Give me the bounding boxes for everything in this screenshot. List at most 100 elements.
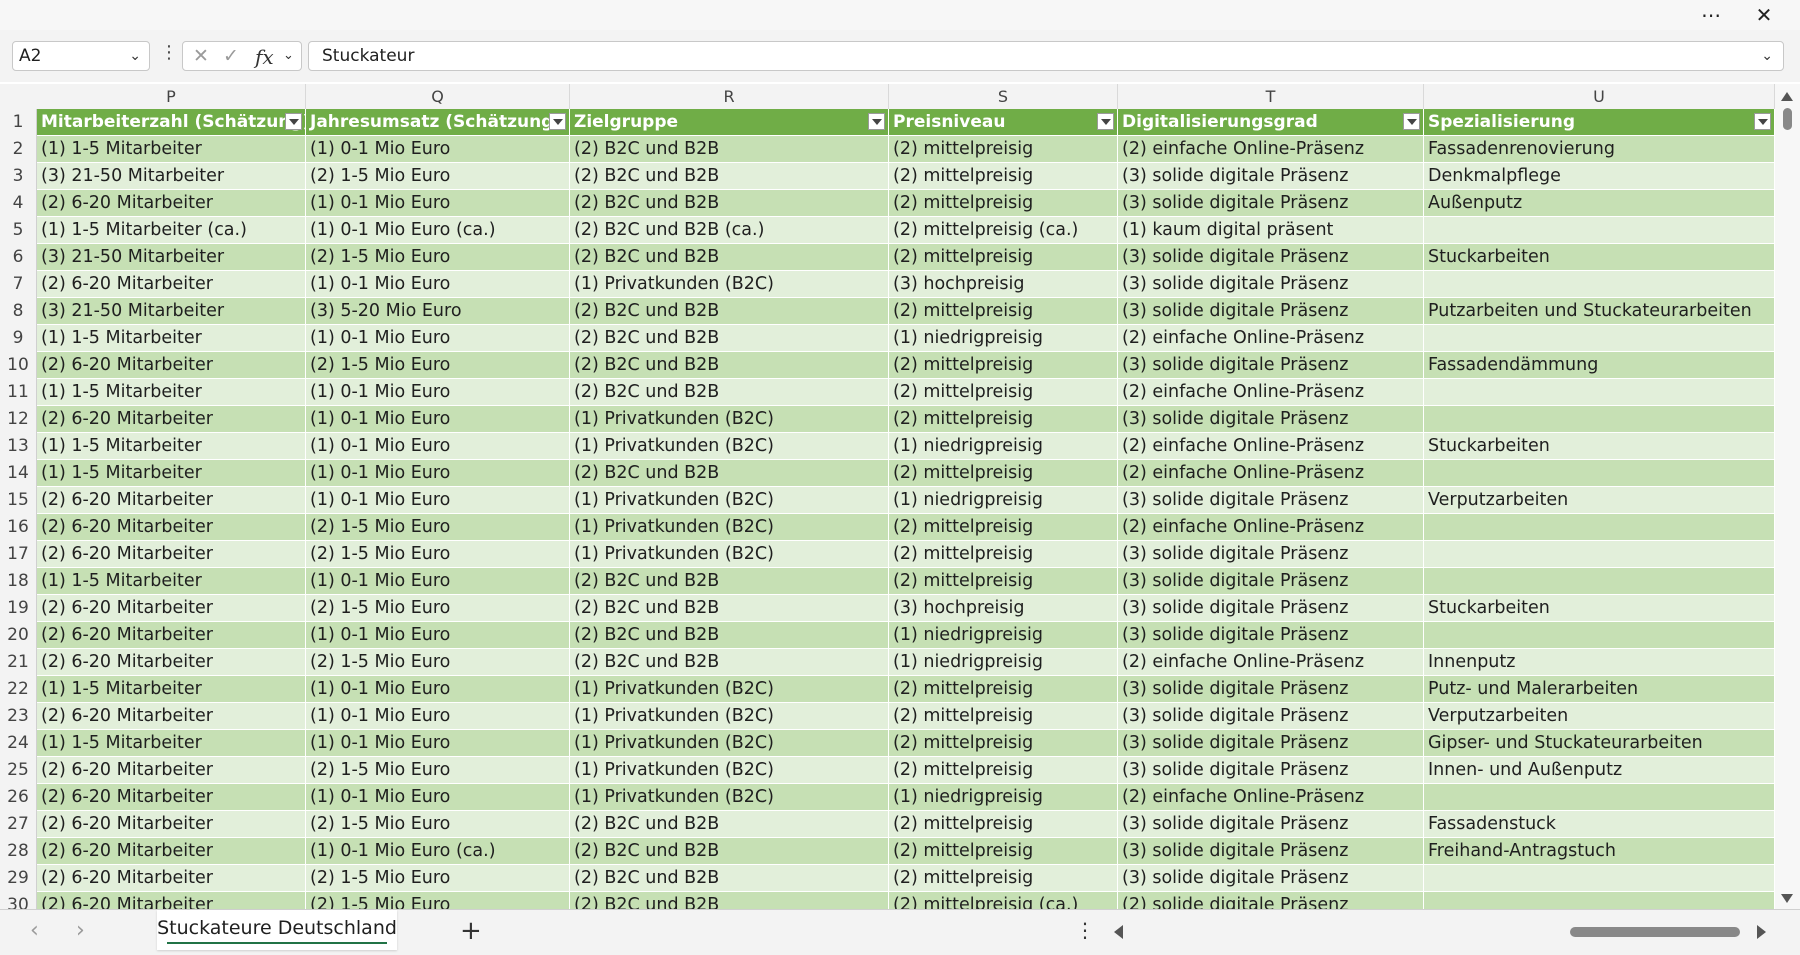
table-cell[interactable]: (1) 0-1 Mio Euro (ca.) [306,838,570,865]
table-cell[interactable]: (2) B2C und B2B [570,379,889,406]
table-cell[interactable]: (2) 6-20 Mitarbeiter [37,703,306,730]
check-icon[interactable]: ✓ [223,45,239,67]
row-number[interactable]: 26 [0,784,37,811]
column-header-u[interactable]: U [1424,84,1775,109]
table-header-cell[interactable]: Zielgruppe [570,109,889,136]
row-number[interactable]: 27 [0,811,37,838]
table-cell[interactable]: (1) 0-1 Mio Euro (ca.) [306,217,570,244]
row-number[interactable]: 18 [0,568,37,595]
table-cell[interactable] [1424,217,1775,244]
row-number[interactable]: 17 [0,541,37,568]
filter-dropdown-icon[interactable] [1097,113,1114,130]
row-number[interactable]: 5 [0,217,37,244]
table-cell[interactable]: (2) 1-5 Mio Euro [306,352,570,379]
table-cell[interactable]: (2) mittelpreisig [889,541,1118,568]
table-cell[interactable]: (2) mittelpreisig (ca.) [889,892,1118,909]
table-cell[interactable]: (2) B2C und B2B [570,163,889,190]
table-cell[interactable] [1424,622,1775,649]
add-sheet-icon[interactable]: + [460,916,482,946]
chevron-down-icon[interactable]: ⌄ [283,48,294,63]
row-number[interactable]: 1 [0,109,37,136]
column-header-r[interactable]: R [570,84,889,109]
table-cell[interactable]: (1) 0-1 Mio Euro [306,568,570,595]
table-cell[interactable]: (2) 1-5 Mio Euro [306,595,570,622]
expand-formula-icon[interactable]: ⌄ [1761,42,1773,70]
table-cell[interactable]: (1) Privatkunden (B2C) [570,541,889,568]
table-cell[interactable] [1424,271,1775,298]
table-cell[interactable]: Stuckarbeiten [1424,433,1775,460]
table-cell[interactable] [1424,784,1775,811]
table-cell[interactable]: (3) solide digitale Präsenz [1118,838,1424,865]
table-cell[interactable] [1424,406,1775,433]
table-cell[interactable]: (2) B2C und B2B [570,298,889,325]
table-cell[interactable]: (3) solide digitale Präsenz [1118,811,1424,838]
function-icon[interactable]: fx [255,45,274,69]
table-cell[interactable]: (2) B2C und B2B [570,325,889,352]
table-cell[interactable] [1424,892,1775,909]
row-number[interactable]: 8 [0,298,37,325]
table-cell[interactable]: (1) 0-1 Mio Euro [306,460,570,487]
table-cell[interactable]: (2) B2C und B2B [570,892,889,909]
row-number[interactable]: 12 [0,406,37,433]
row-number[interactable]: 29 [0,865,37,892]
row-number[interactable]: 14 [0,460,37,487]
table-cell[interactable]: (2) 1-5 Mio Euro [306,514,570,541]
table-cell[interactable]: (2) 6-20 Mitarbeiter [37,406,306,433]
table-cell[interactable]: (1) 0-1 Mio Euro [306,190,570,217]
row-number[interactable]: 22 [0,676,37,703]
table-header-cell[interactable]: Mitarbeiterzahl (Schätzung) [37,109,306,136]
vertical-ellipsis-icon[interactable]: ⋮ [1075,918,1095,942]
table-cell[interactable]: (2) mittelpreisig [889,163,1118,190]
table-cell[interactable]: (3) 5-20 Mio Euro [306,298,570,325]
table-cell[interactable]: (3) solide digitale Präsenz [1118,622,1424,649]
table-cell[interactable]: (2) mittelpreisig (ca.) [889,217,1118,244]
table-cell[interactable]: (3) solide digitale Präsenz [1118,730,1424,757]
table-cell[interactable]: (2) mittelpreisig [889,190,1118,217]
table-cell[interactable]: (3) solide digitale Präsenz [1118,757,1424,784]
table-cell[interactable]: (1) 0-1 Mio Euro [306,136,570,163]
table-cell[interactable]: (1) 0-1 Mio Euro [306,784,570,811]
scroll-up-icon[interactable] [1781,92,1793,101]
table-cell[interactable]: (3) solide digitale Präsenz [1118,244,1424,271]
table-cell[interactable]: (1) Privatkunden (B2C) [570,703,889,730]
table-cell[interactable]: (2) 6-20 Mitarbeiter [37,541,306,568]
table-cell[interactable]: (1) Privatkunden (B2C) [570,757,889,784]
column-header-s[interactable]: S [889,84,1118,109]
row-number[interactable]: 21 [0,649,37,676]
table-header-cell[interactable]: Spezialisierung [1424,109,1775,136]
table-cell[interactable]: (1) Privatkunden (B2C) [570,676,889,703]
table-cell[interactable]: (2) B2C und B2B [570,838,889,865]
table-cell[interactable]: Putzarbeiten und Stuckateurarbeiten [1424,298,1775,325]
table-cell[interactable]: (2) einfache Online-Präsenz [1118,514,1424,541]
table-cell[interactable]: Freihand-Antragstuch [1424,838,1775,865]
table-cell[interactable]: (1) 0-1 Mio Euro [306,406,570,433]
table-cell[interactable]: (3) solide digitale Präsenz [1118,703,1424,730]
row-number[interactable]: 28 [0,838,37,865]
table-cell[interactable]: (1) niedrigpreisig [889,622,1118,649]
column-header-q[interactable]: Q [306,84,570,109]
table-cell[interactable]: Putz- und Malerarbeiten [1424,676,1775,703]
table-cell[interactable]: (1) 0-1 Mio Euro [306,676,570,703]
table-cell[interactable]: (2) 6-20 Mitarbeiter [37,784,306,811]
vertical-ellipsis-icon[interactable]: ⋮ [160,42,178,63]
table-cell[interactable]: (1) Privatkunden (B2C) [570,271,889,298]
table-cell[interactable]: Fassadendämmung [1424,352,1775,379]
table-cell[interactable]: (3) solide digitale Präsenz [1118,406,1424,433]
horizontal-scrollbar[interactable] [1110,918,1770,946]
column-header-p[interactable]: P [37,84,306,109]
table-cell[interactable]: (1) 1-5 Mitarbeiter [37,325,306,352]
table-cell[interactable]: (2) B2C und B2B [570,811,889,838]
table-cell[interactable] [1424,541,1775,568]
table-cell[interactable]: (2) mittelpreisig [889,838,1118,865]
table-cell[interactable]: (2) 1-5 Mio Euro [306,757,570,784]
table-cell[interactable]: (1) niedrigpreisig [889,433,1118,460]
row-number[interactable]: 25 [0,757,37,784]
table-cell[interactable]: (3) hochpreisig [889,595,1118,622]
table-cell[interactable]: (1) Privatkunden (B2C) [570,487,889,514]
table-cell[interactable]: (1) niedrigpreisig [889,487,1118,514]
table-cell[interactable]: (2) B2C und B2B (ca.) [570,217,889,244]
chevron-down-icon[interactable]: ⌄ [129,42,141,70]
column-header-t[interactable]: T [1118,84,1424,109]
table-cell[interactable]: (1) Privatkunden (B2C) [570,406,889,433]
row-number[interactable]: 11 [0,379,37,406]
